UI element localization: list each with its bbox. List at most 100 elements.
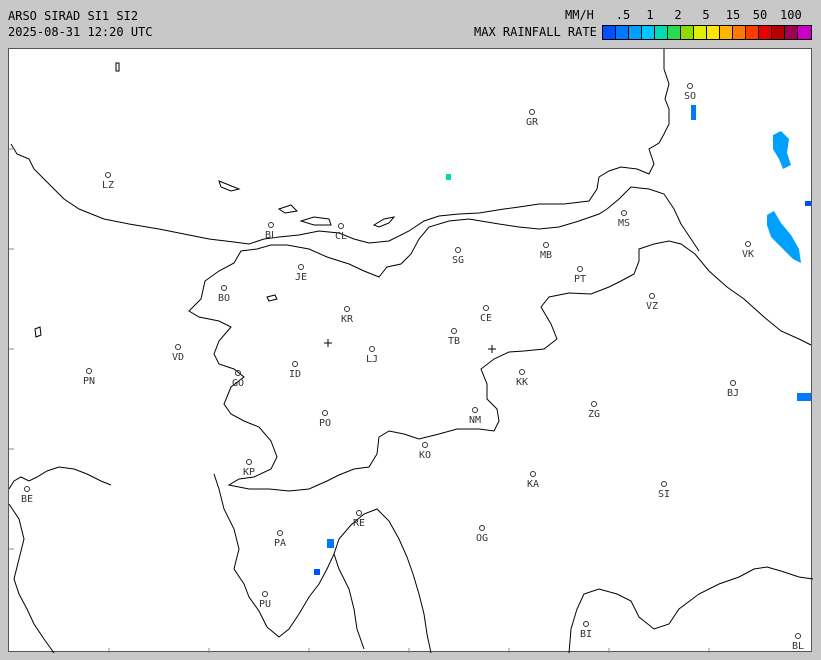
station-marker <box>472 407 478 413</box>
station-id: ID <box>289 361 301 380</box>
station-label: KK <box>516 377 528 388</box>
station-pt: PT <box>574 266 586 285</box>
station-ms: MS <box>618 210 630 229</box>
station-cl: CL <box>335 223 347 242</box>
station-bl2: BL <box>792 633 804 652</box>
station-label: MS <box>618 218 630 229</box>
station-marker <box>105 172 111 178</box>
frame-tick <box>108 648 710 653</box>
station-marker <box>745 241 751 247</box>
station-go: GO <box>232 370 244 389</box>
legend-tick: 5 <box>702 8 710 22</box>
station-marker <box>356 510 362 516</box>
station-label: BL <box>792 641 804 652</box>
station-marker <box>591 401 597 407</box>
station-marker <box>338 223 344 229</box>
station-bj: BJ <box>727 380 739 399</box>
station-marker <box>479 525 485 531</box>
station-marker <box>268 222 274 228</box>
legend-swatch <box>642 26 655 39</box>
legend-swatch <box>694 26 707 39</box>
rain-echoes <box>314 105 811 575</box>
station-label: NM <box>469 415 481 426</box>
legend-swatch <box>668 26 681 39</box>
station-lj: LJ <box>366 346 378 365</box>
legend-ticks: .5 1 2 5 15 50 100 <box>602 8 814 22</box>
lake <box>277 204 299 214</box>
station-label: BO <box>218 293 230 304</box>
legend-tick: 50 <box>752 8 768 22</box>
rain-cell <box>805 201 811 206</box>
rain-cell <box>446 174 451 180</box>
station-label: VZ <box>646 301 658 312</box>
station-gr: GR <box>526 109 539 128</box>
legend-swatch <box>616 26 629 39</box>
lake <box>372 216 396 228</box>
station-label: LZ <box>102 180 114 191</box>
station-lz: LZ <box>102 172 114 191</box>
frame-tick <box>9 148 14 550</box>
station-marker <box>583 621 589 627</box>
legend-tick: 100 <box>780 8 802 22</box>
station-marker <box>577 266 583 272</box>
station-vd: VD <box>172 344 184 363</box>
station-marker <box>277 530 283 536</box>
legend-swatch <box>707 26 720 39</box>
station-marker <box>687 83 693 89</box>
station-kr: KR <box>341 306 354 325</box>
station-marker <box>795 633 801 639</box>
station-pn: PN <box>83 368 95 387</box>
station-ce: CE <box>480 305 492 324</box>
station-kk: KK <box>516 369 528 388</box>
rain-cell <box>767 211 801 263</box>
legend-swatch <box>681 26 694 39</box>
station-label: SG <box>452 255 464 266</box>
station-label: RE <box>353 518 365 529</box>
station-label: PT <box>574 274 586 285</box>
station-label: MB <box>540 250 552 261</box>
border-line <box>9 503 55 653</box>
station-marker <box>422 442 428 448</box>
radar-window: ARSO SIRAD SI1 SI2 2025-08-31 12:20 UTC … <box>0 0 821 660</box>
lake <box>299 216 332 226</box>
border-line <box>188 208 812 492</box>
station-be: BE <box>21 486 33 505</box>
radar-sites <box>324 339 496 353</box>
station-label: KA <box>527 479 539 490</box>
radar-map[interactable]: SO GR LZ MS BL CL MB VK SG JE PT BO KR CE VZ TB VD LJ PN ID… <box>8 48 813 653</box>
station-label: VD <box>172 352 184 363</box>
station-label: BI <box>580 629 592 640</box>
rain-cell <box>773 131 791 169</box>
rain-cell <box>797 393 811 401</box>
timestamp: 2025-08-31 12:20 UTC <box>8 25 153 39</box>
station-label: JE <box>295 272 307 283</box>
legend-label: MAX RAINFALL RATE <box>474 25 597 39</box>
station-vz: VZ <box>646 293 658 312</box>
station-marker <box>543 242 549 248</box>
station-marker <box>221 285 227 291</box>
station-marker <box>344 306 350 312</box>
border-line <box>9 466 112 490</box>
legend-tick: 1 <box>646 8 654 22</box>
legend-swatch <box>746 26 759 39</box>
lake <box>115 62 120 72</box>
station-marker <box>519 369 525 375</box>
station-bl: BL <box>265 222 277 241</box>
station-label: BE <box>21 494 33 505</box>
station-label: TB <box>448 336 460 347</box>
station-marker <box>661 481 667 487</box>
station-marker <box>175 344 181 350</box>
map-canvas: SO GR LZ MS BL CL MB VK SG JE PT BO KR CE VZ TB VD LJ PN ID… <box>9 49 813 653</box>
station-tb: TB <box>448 328 460 347</box>
station-label: GR <box>526 117 539 128</box>
header: ARSO SIRAD SI1 SI2 2025-08-31 12:20 UTC <box>8 8 153 40</box>
radar-site-cross <box>488 345 496 353</box>
station-label: BL <box>265 230 277 241</box>
rain-cell <box>314 569 320 575</box>
station-label: ID <box>289 369 301 380</box>
legend-swatch <box>733 26 746 39</box>
station-og: OG <box>476 525 488 544</box>
station-bi: BI <box>580 621 592 640</box>
borders <box>9 49 813 653</box>
legend-tick: 15 <box>725 8 741 22</box>
